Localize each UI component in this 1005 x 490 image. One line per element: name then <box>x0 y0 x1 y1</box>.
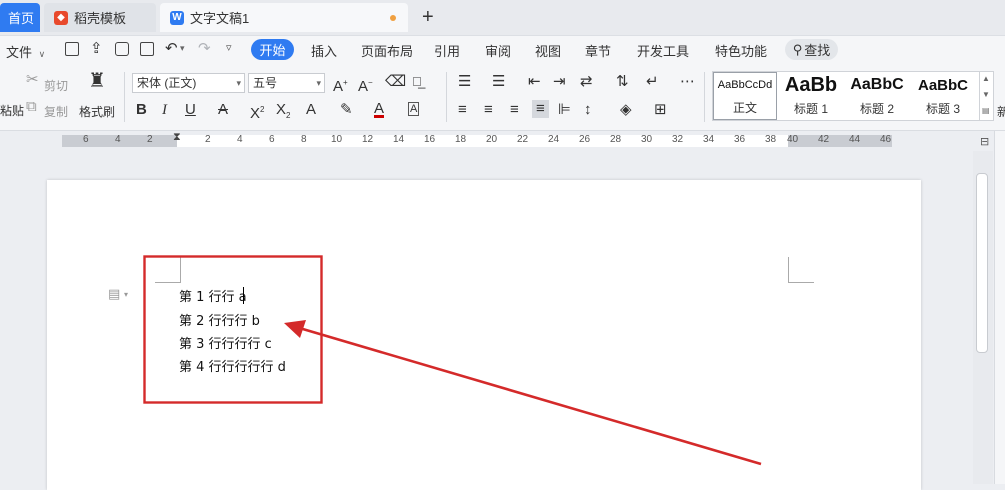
annotation-arrow-head <box>284 320 306 338</box>
scrollbar-thumb[interactable] <box>976 173 988 353</box>
side-panel: ⊟ <box>980 131 1005 484</box>
annotation-overlay <box>143 255 762 466</box>
annotation-arrow-line <box>295 325 762 466</box>
panel-toggle-icon[interactable]: ⊟ <box>980 135 989 148</box>
